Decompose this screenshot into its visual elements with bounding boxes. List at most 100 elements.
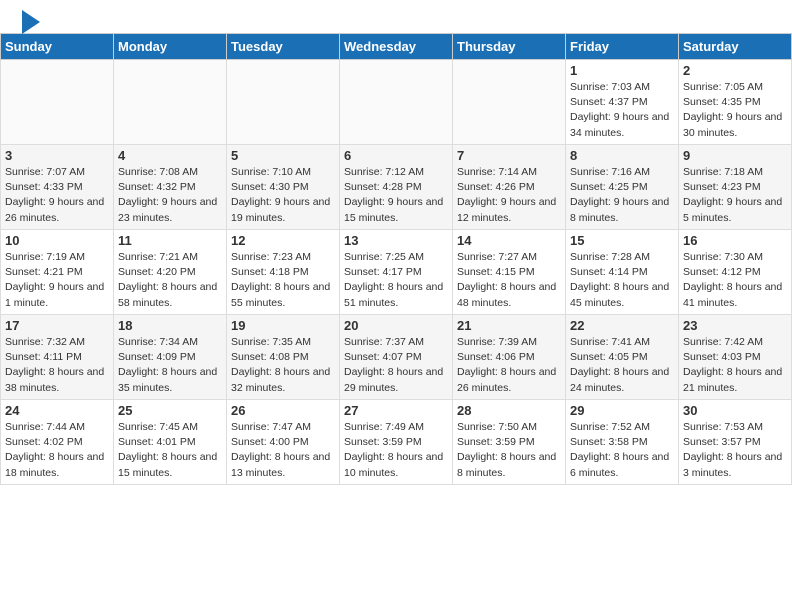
calendar-day-cell <box>227 60 340 145</box>
calendar-day-cell: 18 Sunrise: 7:34 AM Sunset: 4:09 PM Dayli… <box>114 315 227 400</box>
calendar-week-row: 10 Sunrise: 7:19 AM Sunset: 4:21 PM Dayli… <box>1 230 792 315</box>
calendar-day-cell: 24Sunrise: 7:44 AM Sunset: 4:02 PM Dayli… <box>1 400 114 485</box>
calendar-week-row: 1 Sunrise: 7:03 AM Sunset: 4:37 PM Daylig… <box>1 60 792 145</box>
calendar-header-tuesday: Tuesday <box>227 34 340 60</box>
calendar-day-cell: 16Sunrise: 7:30 AM Sunset: 4:12 PM Dayli… <box>679 230 792 315</box>
day-info: Sunrise: 7:28 AM Sunset: 4:14 PM Dayligh… <box>570 250 674 311</box>
day-number: 13 <box>344 233 448 248</box>
calendar-day-cell: 30 Sunrise: 7:53 AM Sunset: 3:57 PM Dayli… <box>679 400 792 485</box>
day-info: Sunrise: 7:39 AM Sunset: 4:06 PM Dayligh… <box>457 335 561 396</box>
calendar-header-saturday: Saturday <box>679 34 792 60</box>
day-number: 24 <box>5 403 109 418</box>
calendar-day-cell: 12Sunrise: 7:23 AM Sunset: 4:18 PM Dayli… <box>227 230 340 315</box>
calendar-day-cell: 28 Sunrise: 7:50 AM Sunset: 3:59 PM Dayli… <box>453 400 566 485</box>
day-info: Sunrise: 7:08 AM Sunset: 4:32 PM Dayligh… <box>118 165 222 226</box>
day-number: 8 <box>570 148 674 163</box>
day-info: Sunrise: 7:14 AM Sunset: 4:26 PM Dayligh… <box>457 165 561 226</box>
calendar-week-row: 24Sunrise: 7:44 AM Sunset: 4:02 PM Dayli… <box>1 400 792 485</box>
calendar-day-cell: 21 Sunrise: 7:39 AM Sunset: 4:06 PM Dayli… <box>453 315 566 400</box>
calendar-day-cell: 17 Sunrise: 7:32 AM Sunset: 4:11 PM Dayli… <box>1 315 114 400</box>
logo-arrow-icon <box>22 10 40 34</box>
day-info: Sunrise: 7:41 AM Sunset: 4:05 PM Dayligh… <box>570 335 674 396</box>
calendar-day-cell: 8 Sunrise: 7:16 AM Sunset: 4:25 PM Daylig… <box>566 145 679 230</box>
day-info: Sunrise: 7:18 AM Sunset: 4:23 PM Dayligh… <box>683 165 787 226</box>
calendar-day-cell: 4 Sunrise: 7:08 AM Sunset: 4:32 PM Daylig… <box>114 145 227 230</box>
calendar-day-cell: 13 Sunrise: 7:25 AM Sunset: 4:17 PM Dayli… <box>340 230 453 315</box>
day-number: 15 <box>570 233 674 248</box>
calendar-day-cell: 25 Sunrise: 7:45 AM Sunset: 4:01 PM Dayli… <box>114 400 227 485</box>
calendar-day-cell: 29 Sunrise: 7:52 AM Sunset: 3:58 PM Dayli… <box>566 400 679 485</box>
day-info: Sunrise: 7:49 AM Sunset: 3:59 PM Dayligh… <box>344 420 448 481</box>
day-number: 3 <box>5 148 109 163</box>
calendar-day-cell: 6 Sunrise: 7:12 AM Sunset: 4:28 PM Daylig… <box>340 145 453 230</box>
day-info: Sunrise: 7:12 AM Sunset: 4:28 PM Dayligh… <box>344 165 448 226</box>
logo <box>20 10 40 28</box>
day-number: 20 <box>344 318 448 333</box>
day-info: Sunrise: 7:52 AM Sunset: 3:58 PM Dayligh… <box>570 420 674 481</box>
day-number: 4 <box>118 148 222 163</box>
day-info: Sunrise: 7:37 AM Sunset: 4:07 PM Dayligh… <box>344 335 448 396</box>
day-number: 17 <box>5 318 109 333</box>
day-number: 10 <box>5 233 109 248</box>
day-number: 26 <box>231 403 335 418</box>
calendar: SundayMondayTuesdayWednesdayThursdayFrid… <box>0 33 792 485</box>
calendar-header-row: SundayMondayTuesdayWednesdayThursdayFrid… <box>1 34 792 60</box>
header <box>0 0 792 33</box>
day-info: Sunrise: 7:53 AM Sunset: 3:57 PM Dayligh… <box>683 420 787 481</box>
day-number: 18 <box>118 318 222 333</box>
day-number: 2 <box>683 63 787 78</box>
day-info: Sunrise: 7:32 AM Sunset: 4:11 PM Dayligh… <box>5 335 109 396</box>
day-number: 5 <box>231 148 335 163</box>
calendar-day-cell: 3 Sunrise: 7:07 AM Sunset: 4:33 PM Daylig… <box>1 145 114 230</box>
day-info: Sunrise: 7:05 AM Sunset: 4:35 PM Dayligh… <box>683 80 787 141</box>
day-number: 27 <box>344 403 448 418</box>
calendar-day-cell <box>114 60 227 145</box>
day-number: 12 <box>231 233 335 248</box>
day-number: 9 <box>683 148 787 163</box>
day-number: 21 <box>457 318 561 333</box>
day-info: Sunrise: 7:16 AM Sunset: 4:25 PM Dayligh… <box>570 165 674 226</box>
day-number: 25 <box>118 403 222 418</box>
calendar-header-wednesday: Wednesday <box>340 34 453 60</box>
day-info: Sunrise: 7:47 AM Sunset: 4:00 PM Dayligh… <box>231 420 335 481</box>
calendar-day-cell: 27 Sunrise: 7:49 AM Sunset: 3:59 PM Dayli… <box>340 400 453 485</box>
calendar-day-cell: 7 Sunrise: 7:14 AM Sunset: 4:26 PM Daylig… <box>453 145 566 230</box>
calendar-week-row: 17 Sunrise: 7:32 AM Sunset: 4:11 PM Dayli… <box>1 315 792 400</box>
day-info: Sunrise: 7:34 AM Sunset: 4:09 PM Dayligh… <box>118 335 222 396</box>
day-number: 19 <box>231 318 335 333</box>
calendar-day-cell: 15 Sunrise: 7:28 AM Sunset: 4:14 PM Dayli… <box>566 230 679 315</box>
day-info: Sunrise: 7:27 AM Sunset: 4:15 PM Dayligh… <box>457 250 561 311</box>
day-info: Sunrise: 7:21 AM Sunset: 4:20 PM Dayligh… <box>118 250 222 311</box>
day-number: 1 <box>570 63 674 78</box>
day-number: 23 <box>683 318 787 333</box>
calendar-header-friday: Friday <box>566 34 679 60</box>
calendar-header-sunday: Sunday <box>1 34 114 60</box>
day-info: Sunrise: 7:50 AM Sunset: 3:59 PM Dayligh… <box>457 420 561 481</box>
calendar-day-cell <box>453 60 566 145</box>
day-info: Sunrise: 7:10 AM Sunset: 4:30 PM Dayligh… <box>231 165 335 226</box>
day-info: Sunrise: 7:03 AM Sunset: 4:37 PM Dayligh… <box>570 80 674 141</box>
calendar-day-cell <box>340 60 453 145</box>
calendar-header-monday: Monday <box>114 34 227 60</box>
day-number: 30 <box>683 403 787 418</box>
calendar-day-cell: 20 Sunrise: 7:37 AM Sunset: 4:07 PM Dayli… <box>340 315 453 400</box>
day-number: 28 <box>457 403 561 418</box>
day-info: Sunrise: 7:19 AM Sunset: 4:21 PM Dayligh… <box>5 250 109 311</box>
day-number: 29 <box>570 403 674 418</box>
calendar-week-row: 3 Sunrise: 7:07 AM Sunset: 4:33 PM Daylig… <box>1 145 792 230</box>
day-info: Sunrise: 7:35 AM Sunset: 4:08 PM Dayligh… <box>231 335 335 396</box>
day-number: 22 <box>570 318 674 333</box>
day-number: 14 <box>457 233 561 248</box>
day-number: 6 <box>344 148 448 163</box>
calendar-day-cell: 9 Sunrise: 7:18 AM Sunset: 4:23 PM Daylig… <box>679 145 792 230</box>
calendar-day-cell: 26 Sunrise: 7:47 AM Sunset: 4:00 PM Dayli… <box>227 400 340 485</box>
calendar-day-cell: 22 Sunrise: 7:41 AM Sunset: 4:05 PM Dayli… <box>566 315 679 400</box>
calendar-day-cell: 23Sunrise: 7:42 AM Sunset: 4:03 PM Dayli… <box>679 315 792 400</box>
day-info: Sunrise: 7:07 AM Sunset: 4:33 PM Dayligh… <box>5 165 109 226</box>
day-info: Sunrise: 7:45 AM Sunset: 4:01 PM Dayligh… <box>118 420 222 481</box>
day-number: 7 <box>457 148 561 163</box>
day-info: Sunrise: 7:30 AM Sunset: 4:12 PM Dayligh… <box>683 250 787 311</box>
calendar-day-cell <box>1 60 114 145</box>
day-info: Sunrise: 7:25 AM Sunset: 4:17 PM Dayligh… <box>344 250 448 311</box>
calendar-header-thursday: Thursday <box>453 34 566 60</box>
